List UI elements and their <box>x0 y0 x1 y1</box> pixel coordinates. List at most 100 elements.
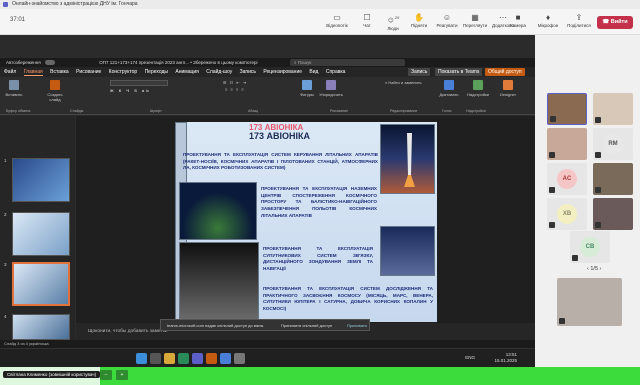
thumb-number-4: 4 <box>4 314 7 319</box>
notification-text: teams.microsoft.com надає спільний досту… <box>167 323 265 328</box>
participant-tile-ac[interactable]: AC <box>547 163 587 195</box>
participant-video-tile[interactable] <box>547 128 587 160</box>
start-icon[interactable] <box>136 353 147 364</box>
font-group-label: Шрифт <box>150 109 162 113</box>
menu-help[interactable]: Справка <box>326 69 346 75</box>
system-clock[interactable]: 13:51 15.01.2025 <box>494 352 517 364</box>
mic-off-icon <box>549 222 555 228</box>
record-button[interactable]: Запись <box>408 68 431 76</box>
menu-draw[interactable]: Рисование <box>76 69 101 75</box>
list-buttons[interactable]: ☰ ☷ ⇤ ⇥ <box>215 80 255 85</box>
zoom-in-button[interactable]: + <box>116 370 128 380</box>
menu-review[interactable]: Рецензирование <box>263 69 302 75</box>
participant-video-tile[interactable] <box>593 93 633 125</box>
powerpoint-status-bar: Слайд 3 из 4 українська <box>0 340 535 348</box>
menu-insert[interactable]: Вставка <box>50 69 69 75</box>
share-icon: ⇪ <box>575 13 583 22</box>
addins-button[interactable]: Надстройки <box>465 80 491 97</box>
share-button[interactable]: ⇪ Поділитися <box>565 12 593 28</box>
react-button[interactable]: ☺ Реагувати <box>433 12 461 28</box>
autosave-label: Автозбереження <box>6 60 41 65</box>
zoom-out-button[interactable]: − <box>100 370 112 380</box>
leave-button[interactable]: ☎ Вийти <box>597 16 633 29</box>
mic-off-icon <box>549 152 555 158</box>
participant-avatar: CB <box>580 237 600 257</box>
slide-title: 173 АВІОНІКА <box>249 131 311 141</box>
menu-home[interactable]: Главная <box>23 69 43 76</box>
meeting-toolbar: 37:01 ▭ Відеопотік ☐ Чат ☺29 Люди ✋ Підняти … <box>0 9 640 35</box>
slide-thumbnail[interactable] <box>12 158 70 202</box>
explorer-icon[interactable] <box>164 353 175 364</box>
participant-video-tile[interactable] <box>593 198 633 230</box>
stop-sharing-button[interactable]: Припинити спільний доступ <box>281 320 332 332</box>
search-icon[interactable] <box>150 353 161 364</box>
mic-off-icon <box>549 187 555 193</box>
present-in-teams-button[interactable]: Показать в Teams <box>435 68 483 76</box>
observatory-image <box>380 226 435 276</box>
camera-button[interactable]: ■ Камера <box>504 12 532 28</box>
current-slide[interactable]: 173 АВІОНІКА 173 АВІОНІКА ПРОЕКТУВАННЯ Т… <box>175 122 437 322</box>
designer-button[interactable]: Designer <box>495 80 521 97</box>
slide-paragraph-2: ПРОЕКТУВАННЯ ТА ЕКСПЛУАТАЦІЯ НАЗЕМНИХ ЦЕ… <box>261 186 377 218</box>
participant-video-tile[interactable] <box>547 93 587 125</box>
shapes-button[interactable]: Фигуры <box>298 80 316 97</box>
slide-thumbnail[interactable] <box>12 314 70 340</box>
people-button[interactable]: ☺29 Люди <box>379 12 407 31</box>
chat-icon: ☐ <box>363 13 371 22</box>
app-icon[interactable] <box>234 353 245 364</box>
participant-tile-xb[interactable]: XB <box>547 198 587 230</box>
new-slide-button[interactable]: Создать слайд <box>44 80 66 102</box>
microphone-button[interactable]: ♦ Мікрофон <box>534 12 562 28</box>
file-name: ОП7 121+173+174 презентація 2023 англ...… <box>99 60 258 65</box>
arrange-button[interactable]: Упорядочить <box>318 80 344 97</box>
shared-screen: Автозбереження ОП7 121+173+174 презентац… <box>0 35 535 367</box>
language-indicator[interactable]: ENG <box>465 355 475 360</box>
participant-tile-rm[interactable]: RM <box>593 128 633 160</box>
menu-file[interactable]: Файл <box>4 69 16 75</box>
menu-slideshow[interactable]: Слайд-шоу <box>206 69 232 75</box>
view-button[interactable]: ▦ Перегляути <box>461 12 489 28</box>
clipboard-group-label: Буфер обмена <box>6 109 31 113</box>
browser-icon[interactable] <box>178 353 189 364</box>
powerpoint-title-bar: Автозбереження ОП7 121+173+174 презентац… <box>0 58 535 67</box>
font-format-buttons[interactable]: Ж К Ч S ab <box>110 88 170 93</box>
font-family-select[interactable] <box>110 80 168 86</box>
paste-button[interactable]: Вставить <box>4 80 24 97</box>
menu-design[interactable]: Конструктор <box>109 69 138 75</box>
raise-hand-button[interactable]: ✋ Підняти <box>405 12 433 28</box>
menu-record[interactable]: Запись <box>240 69 256 75</box>
menu-animations[interactable]: Анимация <box>175 69 198 75</box>
slide-paragraph-3: ПРОЕКТУВАННЯ ТА ЕКСПЛУАТАЦІЯ СУПУТНИКОВИ… <box>263 246 373 271</box>
teams-icon[interactable] <box>192 353 203 364</box>
chat-button[interactable]: ☐ Чат <box>353 12 381 28</box>
mic-off-icon <box>595 187 601 193</box>
menu-view[interactable]: Вид <box>309 69 318 75</box>
participant-video-tile[interactable] <box>593 163 633 195</box>
teams-logo-icon <box>3 2 8 7</box>
voice-group-label: Голос <box>442 109 452 113</box>
participant-tile-cb[interactable]: CB <box>570 231 610 263</box>
presenter-name: Світлана Клименко (зовнішній користувач) <box>3 371 101 378</box>
autosave-toggle[interactable] <box>44 60 55 66</box>
presenter-video-tile[interactable] <box>557 278 622 326</box>
video-stream-button[interactable]: ▭ Відеопотік <box>323 12 351 28</box>
mic-off-icon <box>595 152 601 158</box>
search-box[interactable]: ⌕ Пошук <box>290 59 405 66</box>
addins-icon <box>473 80 483 90</box>
slide-thumbnail-selected[interactable] <box>12 262 70 306</box>
word-icon[interactable] <box>220 353 231 364</box>
addins-group-label: Надстройки <box>466 109 486 113</box>
slide-thumbnail[interactable] <box>12 212 70 256</box>
phone-icon: ☎ <box>602 19 611 25</box>
microphone-icon <box>444 80 454 90</box>
share-access-button[interactable]: Общий доступ <box>485 68 525 76</box>
slide-paragraph-1: ПРОЕКТУВАННЯ ТА ЕКСПЛУАТАЦІЯ СИСТЕМ КЕРУ… <box>183 152 378 171</box>
menu-transitions[interactable]: Переходы <box>145 69 168 75</box>
find-replace-button[interactable]: ⌕ Найти и заменить <box>385 80 430 85</box>
participants-pager[interactable]: ‹ 1/5 › <box>587 266 601 272</box>
hide-notification-button[interactable]: Приховати <box>347 320 367 332</box>
dictate-button[interactable]: Диктовать <box>438 80 460 97</box>
ribbon: Вставить Создать слайд Ж К Ч S ab ☰ ☷ ⇤ … <box>0 77 535 115</box>
align-buttons[interactable]: ≡ ≡ ≡ ≡ <box>215 87 255 92</box>
powerpoint-icon[interactable] <box>206 353 217 364</box>
